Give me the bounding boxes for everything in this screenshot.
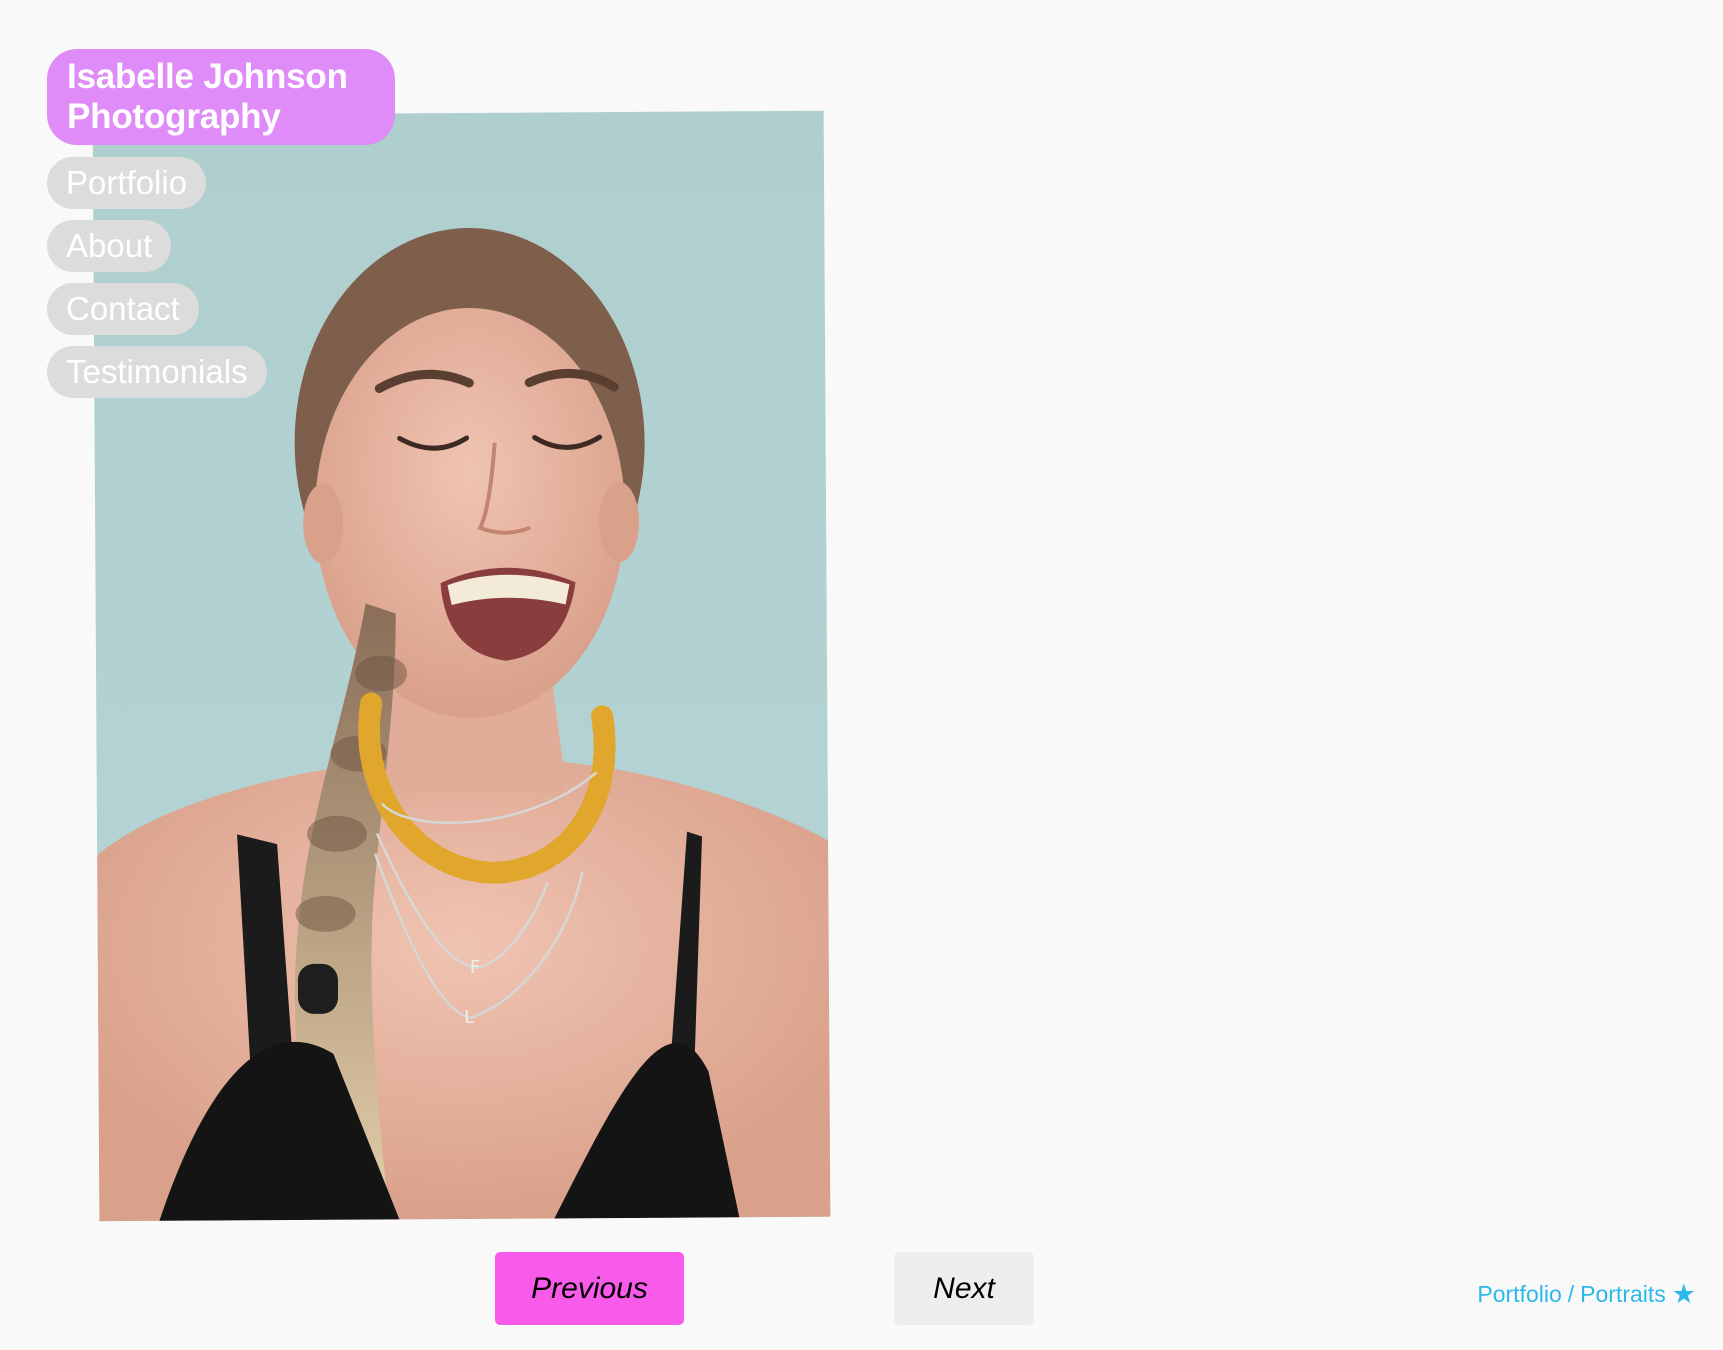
- previous-button[interactable]: Previous: [495, 1252, 684, 1325]
- nav-item-testimonials[interactable]: Testimonials: [47, 346, 267, 398]
- breadcrumb-portraits-link[interactable]: Portraits: [1580, 1280, 1666, 1308]
- nav-item-contact[interactable]: Contact: [47, 283, 199, 335]
- breadcrumb-separator: /: [1567, 1281, 1575, 1307]
- nav-item-about[interactable]: About: [47, 220, 172, 272]
- svg-text:F: F: [470, 957, 480, 978]
- breadcrumb-portfolio-link[interactable]: Portfolio: [1477, 1280, 1561, 1308]
- main-nav: Portfolio About Contact Testimonials: [47, 157, 267, 398]
- next-button[interactable]: Next: [894, 1252, 1034, 1325]
- breadcrumb: Portfolio / Portraits ★: [1477, 1280, 1696, 1308]
- nav-item-portfolio[interactable]: Portfolio: [47, 157, 207, 209]
- star-icon[interactable]: ★: [1672, 1280, 1696, 1308]
- svg-text:L: L: [464, 1007, 474, 1028]
- site-title[interactable]: Isabelle Johnson Photography: [47, 49, 395, 145]
